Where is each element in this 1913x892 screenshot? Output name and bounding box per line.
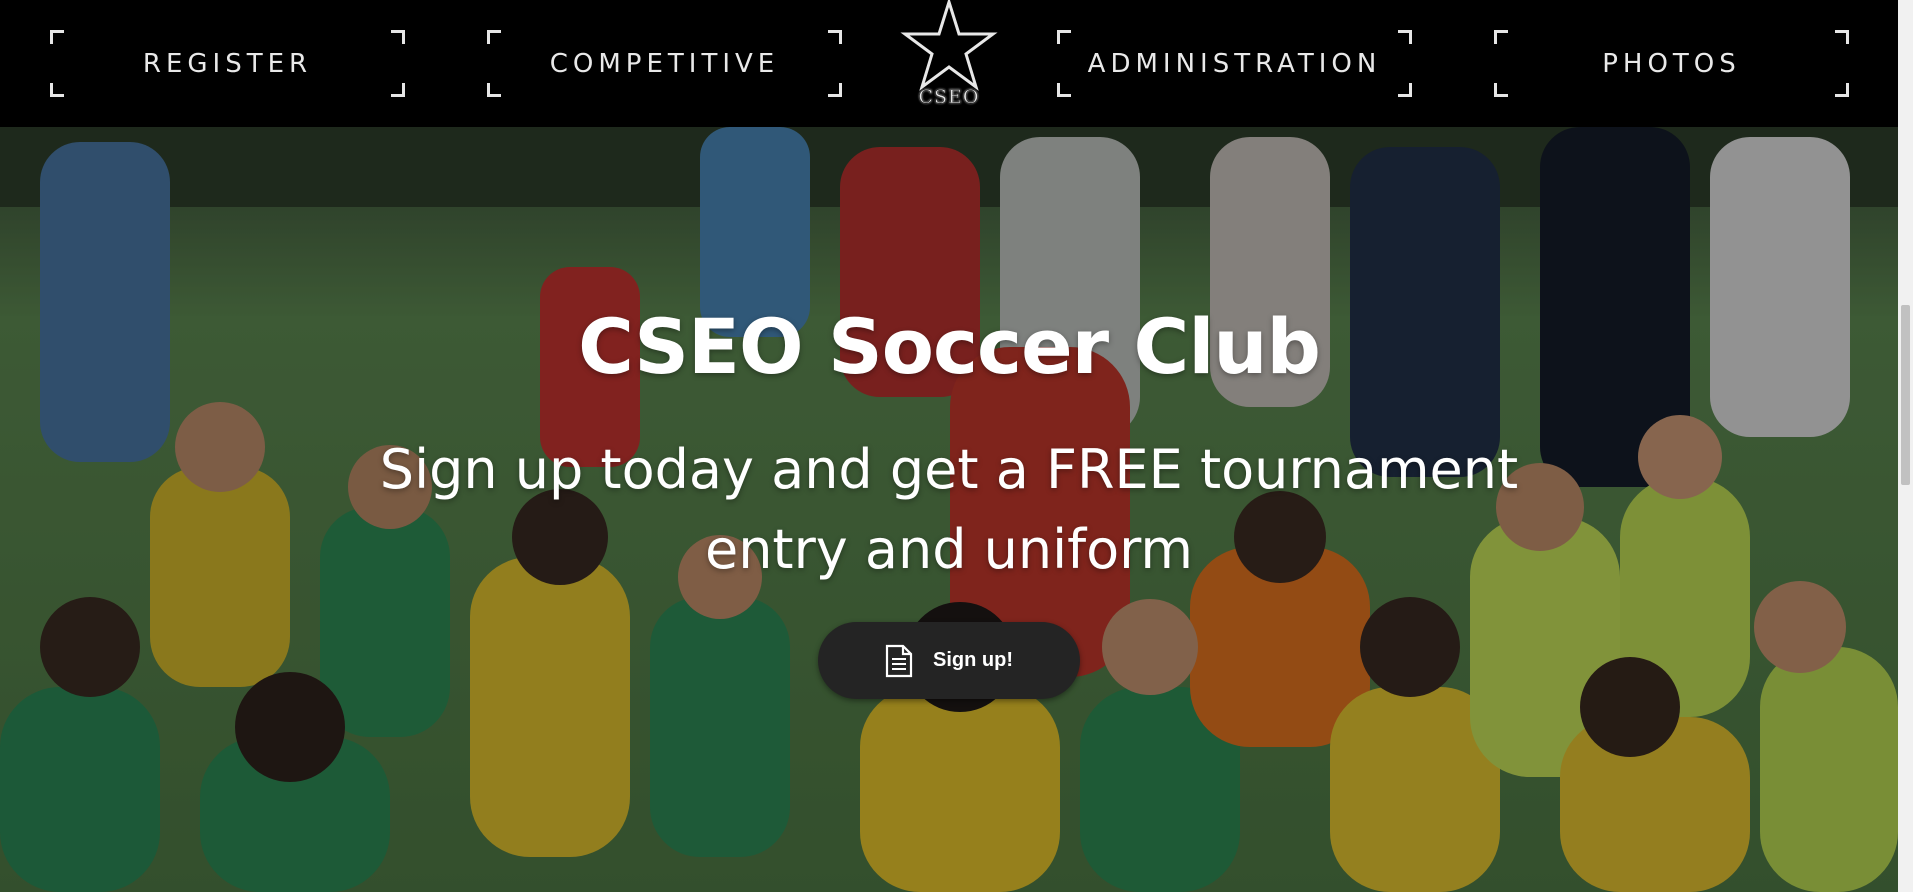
bracket-corner: [487, 83, 501, 97]
bracket-corner: [50, 83, 64, 97]
bracket-corner: [391, 30, 405, 44]
hero-subtitle: Sign up today and get a FREE tournament …: [379, 438, 1519, 581]
signup-button[interactable]: Sign up!: [818, 622, 1080, 699]
hero-title: CSEO Soccer Club: [578, 302, 1321, 391]
bracket-corner: [50, 30, 64, 44]
bracket-corner: [828, 30, 842, 44]
logo-text: CSEO: [918, 86, 980, 108]
nav-item-label: ADMINISTRATION: [1087, 48, 1382, 79]
bracket-corner: [391, 83, 405, 97]
bracket-corner: [1057, 83, 1071, 97]
bracket-corner: [1494, 30, 1508, 44]
bracket-corner: [1494, 83, 1508, 97]
nav-item-label: PHOTOS: [1602, 48, 1741, 79]
scrollbar-thumb[interactable]: [1901, 305, 1910, 485]
star-icon: [900, 0, 998, 91]
page: REGISTER COMPETITIVE CSEO ADMINISTRATION: [0, 0, 1913, 892]
bracket-corner: [1835, 83, 1849, 97]
nav-item-competitive[interactable]: COMPETITIVE: [487, 30, 842, 97]
vertical-scrollbar[interactable]: [1898, 0, 1913, 892]
bracket-corner: [1398, 30, 1412, 44]
site-logo[interactable]: CSEO: [898, 0, 1000, 115]
signup-button-label: Sign up!: [933, 649, 1013, 671]
nav-item-register[interactable]: REGISTER: [50, 30, 405, 97]
nav-item-administration[interactable]: ADMINISTRATION: [1057, 30, 1412, 97]
nav-item-label: COMPETITIVE: [549, 48, 780, 79]
hero-section: CSEO Soccer Club Sign up today and get a…: [0, 127, 1898, 892]
bracket-corner: [1057, 30, 1071, 44]
nav-item-photos[interactable]: PHOTOS: [1494, 30, 1849, 97]
bracket-corner: [1398, 83, 1412, 97]
top-nav: REGISTER COMPETITIVE CSEO ADMINISTRATION: [0, 0, 1898, 127]
bracket-corner: [828, 83, 842, 97]
bracket-corner: [487, 30, 501, 44]
bracket-corner: [1835, 30, 1849, 44]
document-icon: [885, 644, 913, 677]
nav-item-label: REGISTER: [142, 48, 313, 79]
